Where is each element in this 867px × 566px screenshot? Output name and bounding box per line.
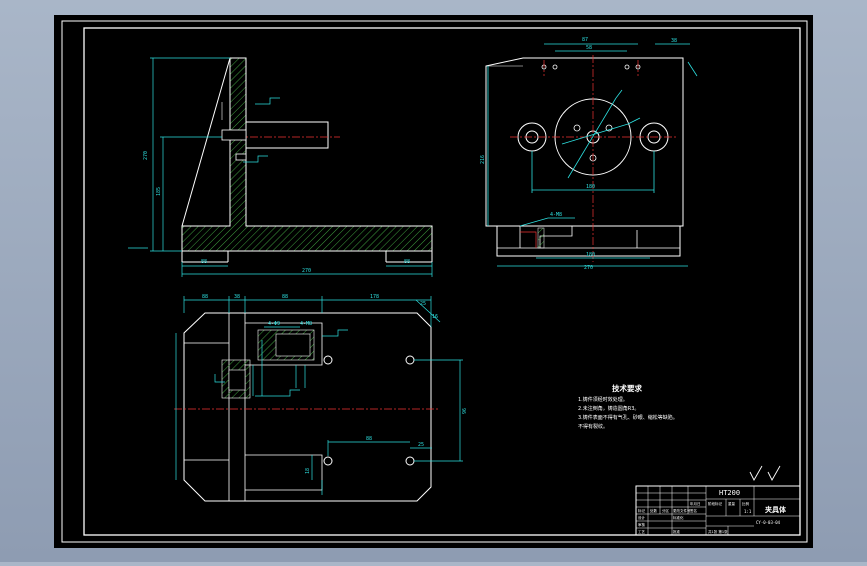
dim-side-base-left: 88 xyxy=(201,259,207,265)
dim-plan-10: 25 xyxy=(418,442,424,448)
tech-note-1: 1.铸件须经时效处理。 xyxy=(578,396,628,403)
scale-value: 1:1 xyxy=(744,509,752,514)
tech-note-3: 3.铸件表面不得有气孔、砂眼、缩松等缺陷。 xyxy=(578,414,678,421)
label-count: 处数 xyxy=(650,508,658,513)
tech-note-4: 不得有裂纹。 xyxy=(578,423,608,430)
dim-side-height-1: 270 xyxy=(143,151,149,160)
label-mark: 标记 xyxy=(638,508,646,513)
dim-top-right: 38 xyxy=(671,38,677,44)
part-name: 夹具体 xyxy=(765,505,787,514)
sheet-text: 共1张 第1张 xyxy=(708,529,728,534)
dim-side-base-right: 88 xyxy=(404,259,410,265)
label-review: 审核 xyxy=(638,522,646,527)
dim-top-height: 216 xyxy=(480,155,486,164)
dim-plan-7: 4-Φ9 xyxy=(268,321,280,327)
label-change-doc: 更改文件号 xyxy=(673,508,691,513)
label-scale: 比例 xyxy=(742,501,750,506)
label-zone: 分区 xyxy=(662,508,670,513)
label-stage: 阶段标记 xyxy=(708,501,722,506)
dim-plan-5: 25 xyxy=(420,301,426,307)
label-signature: 签名 xyxy=(690,508,697,513)
dim-side-height-2: 185 xyxy=(156,187,162,196)
drawing-canvas: 270 185 88 88 270 87 58 38 216 180 180 2… xyxy=(54,15,813,548)
dim-top-width-2: 58 xyxy=(586,45,592,51)
label-design: 设计 xyxy=(638,515,646,520)
dim-top-inner: 180 xyxy=(586,252,595,258)
dim-plan-9: 88 xyxy=(366,436,372,442)
label-date: 年月日 xyxy=(690,501,701,506)
label-approve: 批准 xyxy=(673,529,681,534)
dim-plan-height: 96 xyxy=(462,408,468,414)
dim-top-base-width: 270 xyxy=(584,265,593,271)
drawing-number: CY-0-03-04 xyxy=(756,520,781,525)
dim-plan-1: 88 xyxy=(202,294,208,300)
dim-plan-6: 16 xyxy=(432,314,438,320)
dim-plan-8: 4-M8 xyxy=(300,321,312,327)
dim-plan-4: 178 xyxy=(370,294,379,300)
model-space xyxy=(54,15,813,548)
label-weight: 重量 xyxy=(728,501,736,506)
cad-viewport[interactable]: 270 185 88 88 270 87 58 38 216 180 180 2… xyxy=(0,0,867,562)
dim-plan-3: 88 xyxy=(282,294,288,300)
tech-note-2: 2.未注倒角，铸造圆角R3。 xyxy=(578,405,639,412)
dim-plan-11: 18 xyxy=(305,468,311,474)
dim-plan-2: 38 xyxy=(234,294,240,300)
label-standard: 标准化 xyxy=(673,515,684,520)
dim-top-bolt-span: 180 xyxy=(586,184,595,190)
tech-title: 技术要求 xyxy=(612,383,642,393)
material-text: HT200 xyxy=(719,489,740,497)
dim-side-length: 270 xyxy=(302,268,311,274)
dim-top-width: 87 xyxy=(582,37,588,43)
label-process: 工艺 xyxy=(638,529,646,534)
dim-top-hole: 4-M8 xyxy=(550,212,562,218)
